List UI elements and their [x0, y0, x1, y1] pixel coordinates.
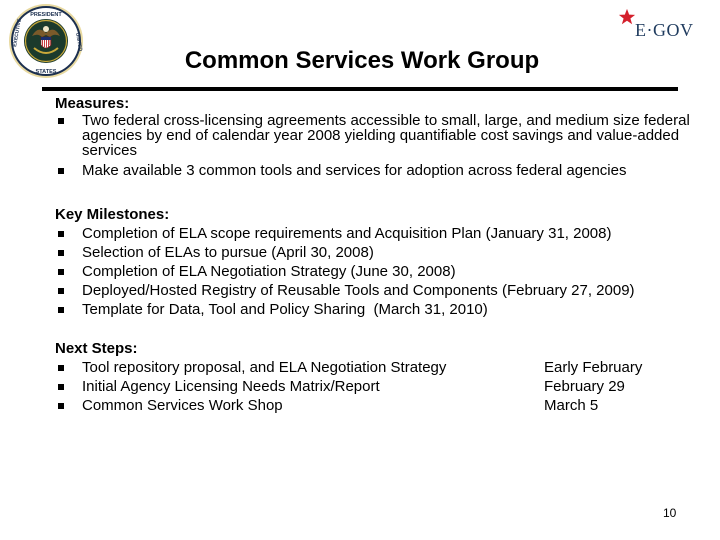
page-title: Common Services Work Group — [184, 47, 540, 74]
milestone-text: Selection of ELAs to pursue (April 30, 2… — [82, 244, 374, 261]
bullet-icon — [58, 118, 64, 124]
milestone-text: Completion of ELA scope requirements and… — [82, 225, 612, 242]
next-step-item: Tool repository proposal, and ELA Negoti… — [55, 358, 695, 377]
next-step-item: Common Services Work Shop March 5 — [55, 396, 695, 415]
bullet-icon — [58, 250, 64, 256]
next-step-date: February 29 — [544, 378, 625, 395]
next-step-task: Common Services Work Shop — [82, 397, 283, 414]
milestone-item: Selection of ELAs to pursue (April 30, 2… — [55, 243, 695, 262]
milestones-section: Key Milestones: Completion of ELA scope … — [55, 205, 695, 319]
next-steps-heading: Next Steps: — [55, 340, 138, 357]
measure-text: Make available 3 common tools and servic… — [82, 162, 627, 179]
next-step-item: Initial Agency Licensing Needs Matrix/Re… — [55, 377, 695, 396]
bullet-icon — [58, 288, 64, 294]
next-steps-section: Next Steps: Tool repository proposal, an… — [55, 339, 695, 415]
measure-item: Two federal cross-licensing agreements a… — [55, 113, 695, 158]
egov-logo: E·GOV — [616, 8, 706, 44]
milestones-heading: Key Milestones: — [55, 206, 170, 223]
next-step-task: Tool repository proposal, and ELA Negoti… — [82, 359, 447, 376]
title-divider — [42, 87, 678, 91]
bullet-icon — [58, 403, 64, 409]
bullet-icon — [58, 384, 64, 390]
measure-item: Make available 3 common tools and servic… — [55, 161, 695, 180]
red-star-icon — [618, 8, 636, 25]
milestone-text: Completion of ELA Negotiation Strategy (… — [82, 263, 456, 280]
bullet-icon — [58, 168, 64, 174]
svg-text:PRESIDENT: PRESIDENT — [30, 12, 62, 18]
milestone-item: Completion of ELA Negotiation Strategy (… — [55, 262, 695, 281]
milestone-text: Template for Data, Tool and Policy Shari… — [82, 301, 488, 318]
bullet-icon — [58, 365, 64, 371]
next-step-date: Early February — [544, 359, 643, 376]
measures-heading: Measures: — [55, 95, 130, 112]
egov-logo-text: E·GOV — [635, 20, 694, 40]
page-number: 10 — [663, 506, 677, 520]
next-step-task: Initial Agency Licensing Needs Matrix/Re… — [82, 378, 380, 395]
bullet-icon — [58, 269, 64, 275]
next-step-date: March 5 — [544, 397, 599, 414]
milestone-item: Deployed/Hosted Registry of Reusable Too… — [55, 281, 695, 300]
milestone-item: Completion of ELA scope requirements and… — [55, 224, 695, 243]
measure-text: Two federal cross-licensing agreements a… — [82, 112, 690, 159]
bullet-icon — [58, 231, 64, 237]
milestone-item: Template for Data, Tool and Policy Shari… — [55, 300, 695, 319]
bullet-icon — [58, 307, 64, 313]
milestone-text: Deployed/Hosted Registry of Reusable Too… — [82, 282, 635, 299]
measures-section: Measures: Two federal cross-licensing ag… — [55, 94, 695, 184]
